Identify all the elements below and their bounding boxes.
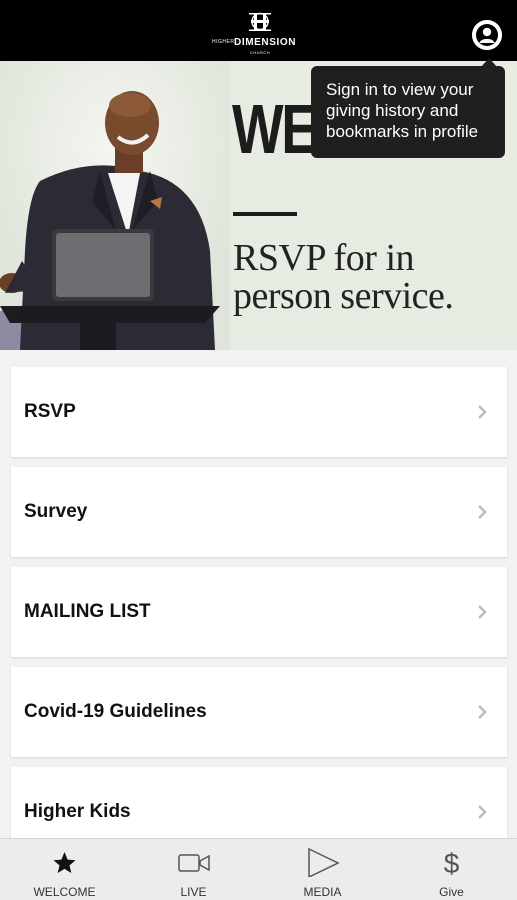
list-item-label: Higher Kids xyxy=(24,801,131,822)
list-item-survey[interactable]: Survey xyxy=(11,467,507,557)
list-item-rsvp[interactable]: RSVP xyxy=(11,367,507,457)
list-item-label: Covid-19 Guidelines xyxy=(24,701,207,722)
tab-media[interactable]: MEDIA xyxy=(258,839,387,900)
tab-label: Give xyxy=(439,885,464,899)
star-icon xyxy=(53,852,76,873)
tab-label: MEDIA xyxy=(303,885,342,899)
dollar-icon: $ xyxy=(444,848,460,877)
hero-subtitle: RSVP for in person service. xyxy=(233,237,454,317)
logo-sub-text: CHURCH xyxy=(249,50,271,55)
list-item-mailing-list[interactable]: MAILING LIST xyxy=(11,567,507,657)
list-item-higher-kids[interactable]: Higher Kids xyxy=(11,767,507,838)
video-camera-icon xyxy=(178,854,210,872)
list-item-covid-guidelines[interactable]: Covid-19 Guidelines xyxy=(11,667,507,757)
list-item-label: Survey xyxy=(24,501,88,522)
pastor-photo xyxy=(0,61,230,350)
church-logo[interactable]: HIGHER DIMENSION CHURCH xyxy=(210,10,310,55)
bottom-tab-bar: WELCOME LIVE MEDIA $ Give xyxy=(0,838,517,900)
chevron-right-icon xyxy=(478,605,487,619)
tab-label: WELCOME xyxy=(33,885,96,899)
list-item-label: MAILING LIST xyxy=(24,601,151,622)
tab-welcome[interactable]: WELCOME xyxy=(0,839,129,900)
chevron-right-icon xyxy=(478,705,487,719)
chevron-right-icon xyxy=(478,505,487,519)
logo-emblem-icon xyxy=(249,12,271,31)
hero-divider xyxy=(233,212,297,216)
top-bar: HIGHER DIMENSION CHURCH xyxy=(0,0,517,61)
menu-list: RSVP Survey MAILING LIST Covid-19 Guidel… xyxy=(0,350,517,838)
logo-small-text: HIGHER xyxy=(212,39,235,45)
tab-give[interactable]: $ Give xyxy=(387,839,516,900)
hero-headline: WE xyxy=(232,90,318,168)
sign-in-tooltip[interactable]: Sign in to view your giving history and … xyxy=(311,66,505,158)
tab-label: LIVE xyxy=(180,885,207,899)
tab-live[interactable]: LIVE xyxy=(129,839,258,900)
chevron-right-icon xyxy=(478,405,487,419)
logo-name: DIMENSION xyxy=(234,37,297,48)
user-icon xyxy=(472,20,502,50)
svg-text:$: $ xyxy=(444,848,460,877)
play-icon xyxy=(308,847,340,877)
chevron-right-icon xyxy=(478,805,487,819)
list-item-label: RSVP xyxy=(24,401,76,422)
profile-button[interactable] xyxy=(472,20,502,50)
